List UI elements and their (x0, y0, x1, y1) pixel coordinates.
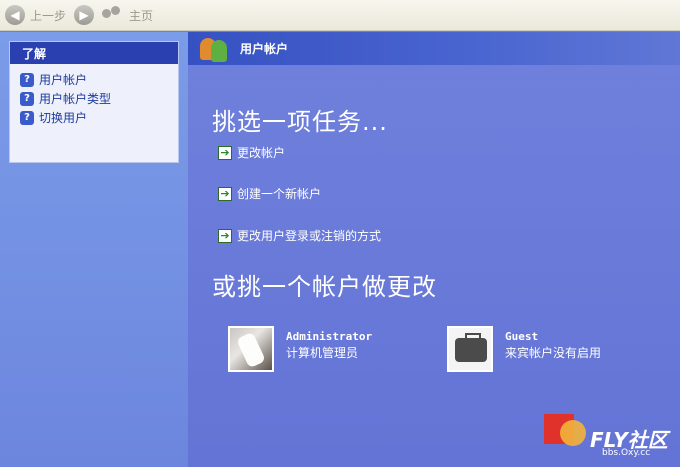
forward-arrow-icon: ▶ (74, 5, 95, 25)
learn-heading: 了解 (10, 42, 178, 64)
learn-list: ? 用户帐户 ? 用户帐户类型 ? 切换用户 (10, 64, 178, 127)
watermark: FLY社区 bbs.Oxy.cc (540, 408, 680, 467)
green-arrow-icon: ➔ (218, 186, 232, 201)
toolbar: ◀ 上一步 ▶ 主页 (0, 0, 680, 31)
users-home-icon (102, 6, 124, 24)
help-icon: ? (20, 110, 34, 125)
watermark-logo-icon (560, 420, 586, 446)
task-label: 更改帐户 (237, 146, 286, 160)
account-name: Guest (505, 330, 539, 343)
account-description: 计算机管理员 (286, 346, 359, 360)
help-icon: ? (20, 72, 34, 87)
account-info: Administrator 计算机管理员 (286, 326, 372, 372)
task-create-account[interactable]: ➔ 创建一个新帐户 (218, 185, 321, 202)
back-button[interactable]: ◀ 上一步 (5, 3, 66, 27)
home-button[interactable]: 主页 (102, 3, 153, 27)
pick-task-heading: 挑选一项任务... (212, 108, 388, 136)
learn-box: 了解 ? 用户帐户 ? 用户帐户类型 ? 切换用户 (9, 41, 179, 163)
account-administrator[interactable]: Administrator 计算机管理员 (228, 326, 372, 372)
task-label: 创建一个新帐户 (237, 187, 322, 201)
task-label: 更改用户登录或注销的方式 (237, 229, 382, 243)
learn-item-user-accounts[interactable]: ? 用户帐户 (20, 70, 178, 89)
learn-item-label: 用户帐户 (39, 73, 88, 87)
green-arrow-icon: ➔ (218, 228, 232, 243)
task-change-logon[interactable]: ➔ 更改用户登录或注销的方式 (218, 227, 381, 244)
account-description: 来宾帐户没有启用 (505, 346, 602, 360)
watermark-url: bbs.Oxy.cc (602, 448, 651, 458)
green-arrow-icon: ➔ (218, 145, 232, 160)
learn-item-label: 用户帐户类型 (39, 92, 112, 106)
help-icon: ? (20, 91, 34, 106)
home-label: 主页 (129, 8, 154, 23)
account-picture (447, 326, 493, 372)
learn-item-label: 切换用户 (39, 111, 88, 125)
main-panel: 用户帐户 挑选一项任务... ➔ 更改帐户 ➔ 创建一个新帐户 ➔ 更改用户登录… (188, 32, 680, 467)
forward-button[interactable]: ▶ (74, 3, 95, 27)
learn-item-switch-user[interactable]: ? 切换用户 (20, 108, 178, 127)
pick-account-heading: 或挑一个帐户做更改 (212, 273, 437, 301)
back-arrow-icon: ◀ (5, 5, 25, 25)
account-name: Administrator (286, 330, 373, 343)
user-accounts-icon (200, 36, 228, 62)
account-info: Guest 来宾帐户没有启用 (505, 326, 601, 372)
learn-item-account-types[interactable]: ? 用户帐户类型 (20, 89, 178, 108)
main-header: 用户帐户 (188, 32, 680, 65)
left-panel: 了解 ? 用户帐户 ? 用户帐户类型 ? 切换用户 (0, 32, 188, 467)
back-label: 上一步 (30, 8, 67, 23)
page-title: 用户帐户 (240, 42, 289, 56)
account-picture (228, 326, 274, 372)
task-change-account[interactable]: ➔ 更改帐户 (218, 144, 285, 161)
account-guest[interactable]: Guest 来宾帐户没有启用 (447, 326, 601, 372)
